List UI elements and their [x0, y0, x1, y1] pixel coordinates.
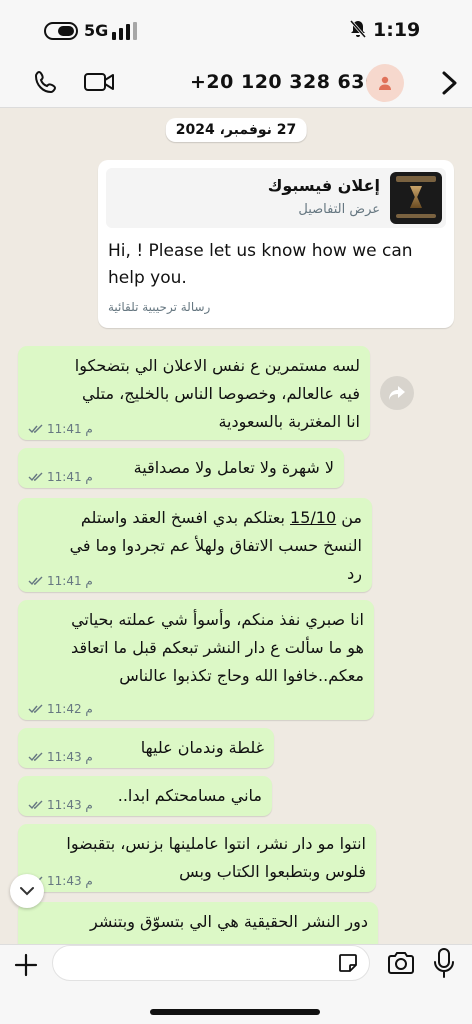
chevron-right-icon[interactable] — [438, 70, 460, 96]
message-bubble[interactable]: انتوا مو دار نشر، انتوا عاملينها بزنس، ب… — [18, 824, 376, 892]
message-time: 11:41 م — [47, 422, 93, 436]
chevron-down-icon — [20, 887, 34, 896]
ad-header[interactable]: إعلان فيسبوك عرض التفاصيل — [106, 168, 446, 228]
facebook-ad-card[interactable]: إعلان فيسبوك عرض التفاصيل Hi, ! Please l… — [98, 160, 454, 328]
microphone-icon[interactable] — [432, 947, 456, 979]
message-time: 11:43 م — [47, 798, 93, 812]
home-indicator — [150, 1009, 320, 1015]
double-check-icon — [28, 752, 43, 762]
message-meta: 11:41 م — [28, 574, 93, 588]
message-time: 11:43 م — [47, 750, 93, 764]
mute-bell-icon — [349, 20, 367, 43]
message-time: 11:42 م — [47, 702, 93, 716]
date-separator: 27 نوفمبر، 2024 — [165, 118, 307, 142]
message-time: 11:41 م — [47, 470, 93, 484]
message-bubble[interactable]: لسه مستمرين ع نفس الاعلان الي بتضحكوا في… — [18, 346, 370, 440]
message-time: 11:41 م — [47, 574, 93, 588]
network-label: 5G — [84, 21, 109, 40]
date-link[interactable]: 15/10 — [290, 508, 336, 527]
contact-number[interactable]: +20 120 328 6362 — [190, 71, 392, 93]
message-bubble[interactable]: انا صبري نفذ منكم، وأسوأ شي عملته بحياتي… — [18, 600, 374, 720]
phone-call-icon[interactable] — [32, 68, 60, 96]
clock: 1:19 — [373, 19, 421, 41]
sticker-icon[interactable] — [337, 952, 359, 974]
video-call-icon[interactable] — [83, 70, 115, 94]
message-bubble[interactable]: لا شهرة ولا تعامل ولا مصداقية 11:41 م — [18, 448, 344, 488]
message-text: انا صبري نفذ منكم، وأسوأ شي عملته بحياتي… — [71, 610, 364, 685]
message-bubble[interactable]: من 15/10 بعتلكم بدي افسخ العقد واستلم ال… — [18, 498, 372, 592]
message-meta: 11:41 م — [28, 470, 93, 484]
person-icon — [379, 76, 391, 90]
message-time: 11:43 م — [47, 874, 93, 888]
double-check-icon — [28, 704, 43, 714]
message-text: دور النشر الحقيقية هي الي بتسوّق وبتنشر — [89, 912, 368, 931]
message-meta: 11:41 م — [28, 422, 93, 436]
forward-icon — [389, 386, 405, 400]
ad-thumbnail — [390, 172, 442, 224]
ad-welcome-text: Hi, ! Please let us know how we can help… — [108, 241, 413, 288]
double-check-icon — [28, 424, 43, 434]
message-bubble[interactable]: غلطة وندمان عليها 11:43 م — [18, 728, 274, 768]
forward-button[interactable] — [380, 376, 414, 410]
signal-icon — [112, 22, 138, 40]
composer-bar — [0, 944, 472, 1024]
scroll-to-bottom-button[interactable] — [10, 874, 44, 908]
status-bar: 5G 1:19 — [0, 0, 472, 62]
camera-icon[interactable] — [386, 949, 416, 977]
message-meta: 11:43 م — [28, 750, 93, 764]
double-check-icon — [28, 800, 43, 810]
message-input[interactable] — [67, 946, 327, 980]
double-check-icon — [28, 576, 43, 586]
avatar[interactable] — [366, 64, 404, 102]
dark-mode-toggle-icon — [44, 22, 78, 40]
message-meta: 11:42 م — [28, 702, 93, 716]
double-check-icon — [28, 472, 43, 482]
chat-area[interactable]: 27 نوفمبر، 2024 إعلان فيسبوك عرض التفاصي… — [0, 108, 472, 944]
plus-icon[interactable] — [12, 951, 40, 979]
auto-welcome-label: رسالة ترحيبية تلقائية — [108, 300, 211, 314]
message-input-wrapper[interactable] — [52, 945, 370, 981]
message-meta: 11:43 م — [28, 798, 93, 812]
view-details-link[interactable]: عرض التفاصيل — [298, 202, 380, 217]
chat-header: +20 120 328 6362 — [0, 62, 472, 108]
message-bubble[interactable]: دور النشر الحقيقية هي الي بتسوّق وبتنشر — [18, 902, 378, 944]
message-bubble[interactable]: ماني مسامحتكم ابدا.. 11:43 م — [18, 776, 272, 816]
ad-title: إعلان فيسبوك — [267, 176, 380, 195]
